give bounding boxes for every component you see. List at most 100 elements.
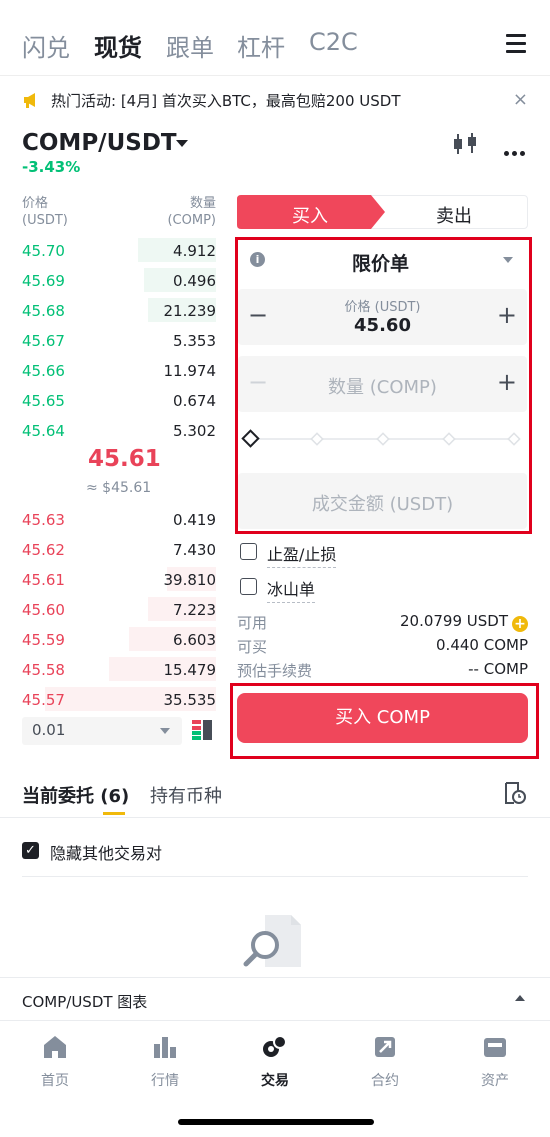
price-increase-button[interactable]: + <box>497 301 517 329</box>
home-indicator <box>178 1119 374 1125</box>
tpsl-label[interactable]: 止盈/止损 <box>267 541 337 568</box>
slider-handle[interactable] <box>241 429 261 449</box>
bid-price: 45.66 <box>22 362 65 380</box>
menu-icon[interactable] <box>506 34 526 54</box>
info-icon[interactable]: i <box>250 252 265 267</box>
bid-price: 45.64 <box>22 422 65 440</box>
bid-quantity: 5.302 <box>173 422 216 440</box>
bid-quantity: 0.674 <box>173 392 216 410</box>
price-value[interactable]: 45.60 <box>238 315 527 336</box>
slider-mark-100[interactable] <box>507 432 521 446</box>
caret-down-icon <box>503 257 513 263</box>
ask-row[interactable]: 45.57 35.535 <box>0 687 216 711</box>
quantity-field[interactable]: − 数量 (COMP) + <box>238 356 527 412</box>
more-icon[interactable] <box>504 141 528 160</box>
chart-label: COMP/USDT 图表 <box>22 993 148 1011</box>
bid-row[interactable]: 45.66 11.974 <box>0 358 216 382</box>
close-icon[interactable]: × <box>513 89 528 110</box>
ask-quantity: 35.535 <box>163 691 217 709</box>
nav-markets[interactable]: 行情 <box>110 1030 220 1090</box>
tab-copy-trading[interactable]: 跟单 <box>166 28 214 63</box>
bid-row[interactable]: 45.67 5.353 <box>0 328 216 352</box>
ask-quantity: 39.810 <box>163 571 217 589</box>
active-tab-indicator <box>103 812 125 815</box>
caret-down-icon <box>160 728 170 734</box>
fee-label: 预估手续费 <box>237 662 313 680</box>
order-type-select[interactable]: i 限价单 <box>238 242 527 280</box>
last-price: 45.61 <box>88 446 161 472</box>
ask-row[interactable]: 45.58 15.479 <box>0 657 216 681</box>
futures-icon <box>375 1037 395 1057</box>
available-value: 20.0799 USDT + <box>400 612 528 632</box>
add-funds-icon[interactable]: + <box>512 616 528 632</box>
divider <box>0 817 550 818</box>
quantity-increase-button[interactable]: + <box>497 368 517 396</box>
ask-price: 45.60 <box>22 601 65 619</box>
ask-row[interactable]: 45.60 7.223 <box>0 597 216 621</box>
ask-price: 45.61 <box>22 571 65 589</box>
megaphone-icon <box>24 93 35 108</box>
ask-price: 45.62 <box>22 541 65 559</box>
tab-margin[interactable]: 杠杆 <box>237 28 285 63</box>
total-placeholder: 成交金额 (USDT) <box>311 494 454 515</box>
bid-quantity: 5.353 <box>173 332 216 350</box>
order-type-label: 限价单 <box>352 253 410 275</box>
iceberg-checkbox[interactable] <box>240 578 257 595</box>
announcement-text[interactable]: 热门活动: [4月] 首次买入BTC，最高包赔200 USDT <box>51 90 401 111</box>
slider-mark-75[interactable] <box>442 432 456 446</box>
iceberg-label[interactable]: 冰山单 <box>267 576 316 603</box>
bid-row[interactable]: 45.65 0.674 <box>0 388 216 412</box>
orderbook-layout-icon[interactable] <box>192 720 212 740</box>
ask-row[interactable]: 45.61 39.810 <box>0 567 216 591</box>
nav-futures[interactable]: 合约 <box>330 1030 440 1090</box>
sell-tab[interactable]: 卖出 <box>436 202 472 228</box>
ask-price: 45.63 <box>22 511 65 529</box>
bid-quantity: 11.974 <box>163 362 217 380</box>
hide-other-pairs-checkbox[interactable]: ✓ <box>22 842 39 859</box>
quantity-placeholder: 数量 (COMP) <box>328 377 437 398</box>
markets-icon <box>154 1037 176 1058</box>
amount-slider[interactable] <box>241 426 523 450</box>
slider-mark-25[interactable] <box>310 432 324 446</box>
depth-precision-select[interactable]: 0.01 <box>22 717 182 745</box>
tab-holdings[interactable]: 持有币种 <box>150 782 222 808</box>
ask-quantity: 7.430 <box>173 541 216 559</box>
chart-toggle-bar[interactable]: COMP/USDT 图表 <box>0 977 550 1021</box>
tab-c2c[interactable]: C2C <box>309 28 358 56</box>
tab-open-orders[interactable]: 当前委托 (6) <box>22 782 129 808</box>
bid-row[interactable]: 45.69 0.496 <box>0 268 216 292</box>
slider-mark-50[interactable] <box>376 432 390 446</box>
caret-up-icon <box>515 995 525 1001</box>
buy-sell-toggle: 买入 卖出 <box>237 195 528 229</box>
ask-row[interactable]: 45.62 7.430 <box>0 537 216 561</box>
bid-price: 45.70 <box>22 242 65 260</box>
ask-row[interactable]: 45.63 0.419 <box>0 507 216 531</box>
price-field[interactable]: − 价格 (USDT) 45.60 + <box>238 289 527 345</box>
ask-price: 45.57 <box>22 691 65 709</box>
bid-row[interactable]: 45.68 21.239 <box>0 298 216 322</box>
order-history-icon[interactable] <box>504 781 526 805</box>
nav-trade[interactable]: 交易 <box>220 1030 330 1090</box>
wallet-icon <box>484 1038 506 1057</box>
total-field[interactable]: 成交金额 (USDT) <box>238 473 527 529</box>
hide-other-pairs-label[interactable]: 隐藏其他交易对 <box>50 840 162 864</box>
bid-row[interactable]: 45.70 4.912 <box>0 238 216 262</box>
bid-price: 45.69 <box>22 272 65 290</box>
nav-home[interactable]: 首页 <box>0 1030 110 1090</box>
nav-assets[interactable]: 资产 <box>440 1030 550 1090</box>
pair-selector[interactable]: COMP/USDT <box>22 130 177 156</box>
bid-row[interactable]: 45.64 5.302 <box>0 418 216 442</box>
tab-convert[interactable]: 闪兑 <box>22 28 70 63</box>
caret-down-icon[interactable] <box>176 140 188 147</box>
candlestick-chart-icon[interactable] <box>454 133 478 155</box>
trade-icon <box>263 1035 287 1057</box>
announcement-bar[interactable]: 热门活动: [4月] 首次买入BTC，最高包赔200 USDT × <box>0 76 550 124</box>
available-label: 可用 <box>237 614 268 632</box>
buyable-label: 可买 <box>237 638 268 656</box>
tab-spot[interactable]: 现货 <box>94 28 142 63</box>
ask-quantity: 6.603 <box>173 631 216 649</box>
tpsl-checkbox[interactable] <box>240 543 257 560</box>
buy-tab[interactable]: 买入 <box>292 202 328 228</box>
buy-button[interactable]: 买入 COMP <box>237 693 528 743</box>
ask-row[interactable]: 45.59 6.603 <box>0 627 216 651</box>
